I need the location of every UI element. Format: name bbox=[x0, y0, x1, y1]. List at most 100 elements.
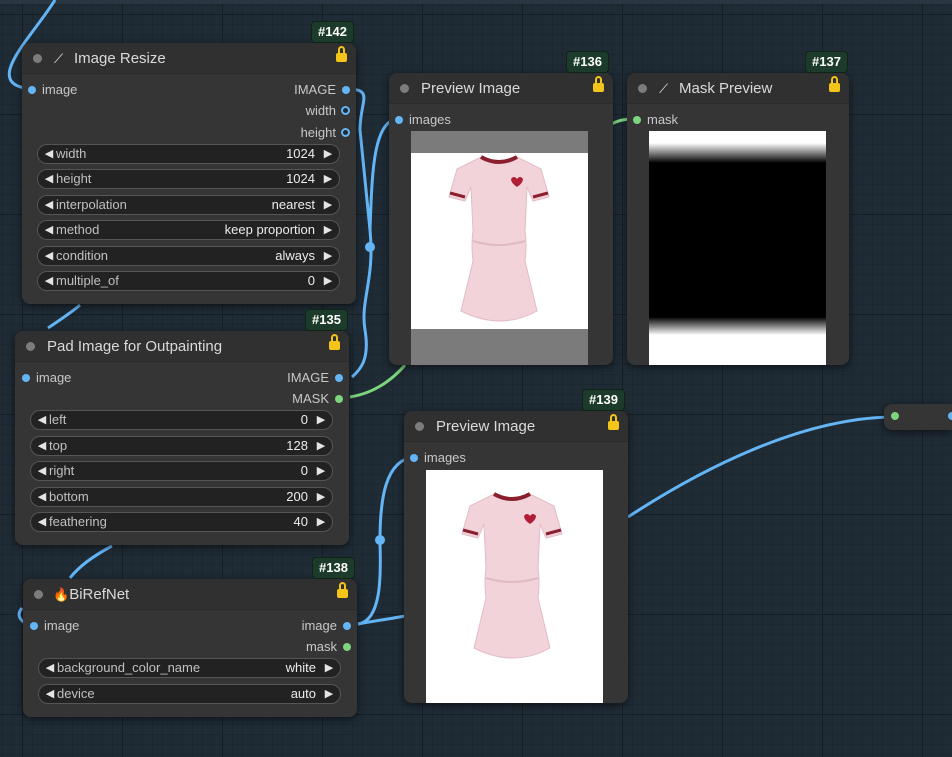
output-slot-image[interactable]: IMAGE bbox=[294, 82, 350, 97]
node-pad-image-outpainting[interactable]: Pad Image for Outpainting image IMAGE MA… bbox=[15, 331, 349, 545]
node-header[interactable]: Preview Image bbox=[404, 411, 628, 442]
node-title: Preview Image bbox=[421, 80, 521, 97]
increment-arrow-icon[interactable]: ▶ bbox=[314, 411, 328, 429]
collapse-dot[interactable] bbox=[638, 84, 647, 93]
node-id-badge: #142 bbox=[311, 21, 354, 43]
input-slot-image[interactable]: image bbox=[22, 370, 71, 385]
node-title: 🔥BiRefNet bbox=[53, 586, 130, 603]
node-header[interactable]: 🔥BiRefNet bbox=[23, 579, 357, 610]
node-header[interactable]: Preview Image bbox=[389, 73, 613, 104]
input-slot-image[interactable]: image bbox=[28, 82, 77, 97]
node-id-badge: #137 bbox=[805, 51, 848, 73]
lock-icon[interactable] bbox=[329, 334, 340, 351]
collapse-dot[interactable] bbox=[33, 54, 42, 63]
link-birefnet-out-right bbox=[357, 614, 406, 626]
node-offscreen-right[interactable] bbox=[884, 404, 952, 430]
decrement-arrow-icon[interactable]: ◀ bbox=[42, 247, 56, 265]
decrement-arrow-icon[interactable]: ◀ bbox=[42, 196, 56, 214]
widget-left[interactable]: ◀ left 0 ▶ bbox=[30, 410, 333, 430]
link-reroute-dot bbox=[365, 242, 375, 252]
input-slot-images[interactable]: images bbox=[410, 450, 466, 465]
widget-interpolation[interactable]: ◀ interpolation nearest ▶ bbox=[37, 195, 340, 215]
decrement-arrow-icon[interactable]: ◀ bbox=[35, 488, 49, 506]
decrement-arrow-icon[interactable]: ◀ bbox=[35, 437, 49, 455]
collapse-dot[interactable] bbox=[34, 590, 43, 599]
widget-device[interactable]: ◀ device auto ▶ bbox=[38, 684, 341, 704]
input-slot-images[interactable]: images bbox=[395, 112, 451, 127]
output-slot-width[interactable]: width bbox=[306, 103, 350, 118]
widget-width[interactable]: ◀ width 1024 ▶ bbox=[37, 144, 340, 164]
decrement-arrow-icon[interactable]: ◀ bbox=[43, 659, 57, 677]
node-birefnet[interactable]: 🔥BiRefNet image image mask ◀ background_c… bbox=[23, 579, 357, 717]
output-slot-mask[interactable]: MASK bbox=[292, 391, 343, 406]
collapse-dot[interactable] bbox=[415, 422, 424, 431]
widget-height[interactable]: ◀ height 1024 ▶ bbox=[37, 169, 340, 189]
decrement-arrow-icon[interactable]: ◀ bbox=[42, 170, 56, 188]
increment-arrow-icon[interactable]: ▶ bbox=[314, 462, 328, 480]
widget-top[interactable]: ◀ top 128 ▶ bbox=[30, 436, 333, 456]
increment-arrow-icon[interactable]: ▶ bbox=[322, 685, 336, 703]
decrement-arrow-icon[interactable]: ◀ bbox=[42, 221, 56, 239]
input-slot-image[interactable]: image bbox=[30, 618, 79, 633]
collapse-dot[interactable] bbox=[400, 84, 409, 93]
link-to-right-node bbox=[627, 415, 894, 519]
decrement-arrow-icon[interactable]: ◀ bbox=[42, 145, 56, 163]
mask-preview-output[interactable] bbox=[649, 131, 826, 365]
node-header[interactable]: ⟋ Image Resize bbox=[22, 43, 356, 74]
node-title: Preview Image bbox=[436, 418, 536, 435]
node-title: ⟋ Image Resize bbox=[54, 50, 166, 67]
collapse-dot[interactable] bbox=[26, 342, 35, 351]
widget-feathering[interactable]: ◀ feathering 40 ▶ bbox=[30, 512, 333, 532]
increment-arrow-icon[interactable]: ▶ bbox=[321, 272, 335, 290]
lock-icon[interactable] bbox=[336, 46, 347, 63]
increment-arrow-icon[interactable]: ▶ bbox=[314, 513, 328, 531]
decrement-arrow-icon[interactable]: ◀ bbox=[35, 462, 49, 480]
node-header[interactable]: ⟋ Mask Preview bbox=[627, 73, 849, 104]
widget-multiple-of[interactable]: ◀ multiple_of 0 ▶ bbox=[37, 271, 340, 291]
node-preview-image-136[interactable]: Preview Image images bbox=[389, 73, 613, 365]
increment-arrow-icon[interactable]: ▶ bbox=[314, 437, 328, 455]
link-pad-to-birefnet bbox=[68, 544, 113, 579]
widget-background-color-name[interactable]: ◀ background_color_name white ▶ bbox=[38, 658, 341, 678]
decrement-arrow-icon[interactable]: ◀ bbox=[35, 513, 49, 531]
output-slot-dot[interactable] bbox=[948, 412, 952, 420]
increment-arrow-icon[interactable]: ▶ bbox=[321, 247, 335, 265]
link-pad-image-in bbox=[47, 303, 81, 330]
widget-condition[interactable]: ◀ condition always ▶ bbox=[37, 246, 340, 266]
node-preview-image-139[interactable]: Preview Image images bbox=[404, 411, 628, 703]
node-id-badge: #135 bbox=[305, 309, 348, 331]
preview-image-output[interactable] bbox=[426, 470, 603, 703]
preview-image-output[interactable] bbox=[411, 131, 588, 365]
widget-bottom[interactable]: ◀ bottom 200 ▶ bbox=[30, 487, 333, 507]
widget-right[interactable]: ◀ right 0 ▶ bbox=[30, 461, 333, 481]
output-slot-mask[interactable]: mask bbox=[306, 639, 351, 654]
output-slot-height[interactable]: height bbox=[301, 125, 350, 140]
decrement-arrow-icon[interactable]: ◀ bbox=[42, 272, 56, 290]
input-slot-mask[interactable]: mask bbox=[633, 112, 678, 127]
increment-arrow-icon[interactable]: ▶ bbox=[321, 170, 335, 188]
lock-icon[interactable] bbox=[608, 414, 619, 431]
node-image-resize[interactable]: ⟋ Image Resize image IMAGE width height ◀… bbox=[22, 43, 356, 304]
increment-arrow-icon[interactable]: ▶ bbox=[321, 196, 335, 214]
output-slot-image[interactable]: image bbox=[302, 618, 351, 633]
canvas-top-edge bbox=[0, 0, 952, 4]
node-mask-preview-137[interactable]: ⟋ Mask Preview mask bbox=[627, 73, 849, 365]
input-slot-dot[interactable] bbox=[891, 412, 899, 420]
output-slot-image[interactable]: IMAGE bbox=[287, 370, 343, 385]
lock-icon[interactable] bbox=[593, 76, 604, 93]
increment-arrow-icon[interactable]: ▶ bbox=[314, 488, 328, 506]
fire-icon: 🔥 bbox=[53, 587, 70, 602]
lock-icon[interactable] bbox=[829, 76, 840, 93]
node-title: ⟋ Mask Preview bbox=[659, 80, 773, 97]
node-header[interactable]: Pad Image for Outpainting bbox=[15, 331, 349, 362]
node-id-badge: #138 bbox=[312, 557, 355, 579]
lock-icon[interactable] bbox=[337, 582, 348, 599]
increment-arrow-icon[interactable]: ▶ bbox=[321, 145, 335, 163]
link-reroute-dot bbox=[375, 535, 385, 545]
node-id-badge: #139 bbox=[582, 389, 625, 411]
increment-arrow-icon[interactable]: ▶ bbox=[321, 221, 335, 239]
decrement-arrow-icon[interactable]: ◀ bbox=[35, 411, 49, 429]
decrement-arrow-icon[interactable]: ◀ bbox=[43, 685, 57, 703]
increment-arrow-icon[interactable]: ▶ bbox=[322, 659, 336, 677]
widget-method[interactable]: ◀ method keep proportion ▶ bbox=[37, 220, 340, 240]
